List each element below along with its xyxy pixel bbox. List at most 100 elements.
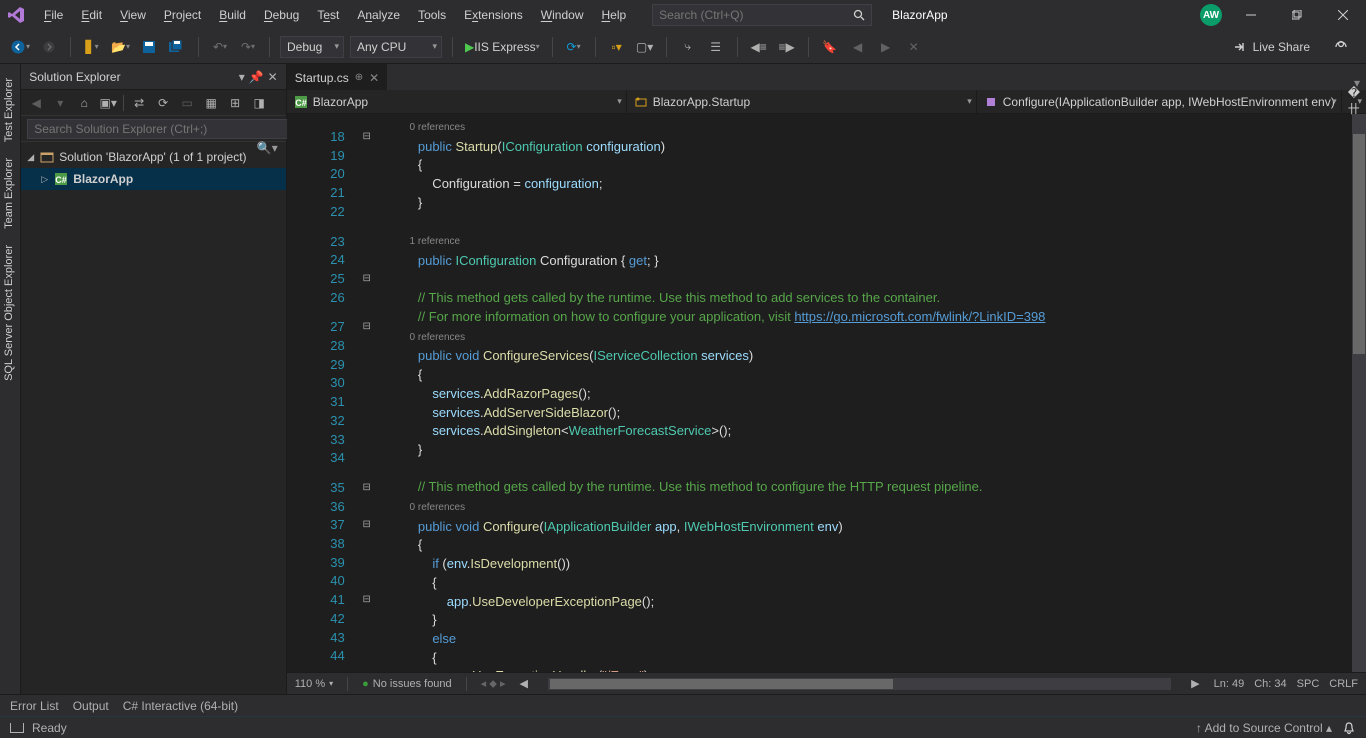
fold-toggle[interactable] xyxy=(357,147,377,166)
fold-toggle[interactable]: ⊟ xyxy=(357,270,377,289)
redo-button[interactable]: ↷▾ xyxy=(237,36,259,58)
indent-icon[interactable]: ≡▶ xyxy=(776,36,798,58)
collapse-icon[interactable]: ▭ xyxy=(178,96,196,110)
save-all-button[interactable] xyxy=(166,36,188,58)
menu-extensions[interactable]: Extensions xyxy=(456,3,531,27)
quick-search[interactable] xyxy=(652,4,872,26)
user-avatar[interactable]: AW xyxy=(1200,4,1222,26)
expander-icon[interactable]: ▷ xyxy=(41,174,53,185)
menu-tools[interactable]: Tools xyxy=(410,3,454,27)
tb-icon[interactable]: ◀ xyxy=(847,36,869,58)
hscroll-right[interactable]: ▶ xyxy=(1191,677,1199,690)
fold-toggle[interactable] xyxy=(357,553,377,572)
pin-icon[interactable]: ⊕ xyxy=(355,72,363,83)
nav-fwd-button[interactable] xyxy=(38,36,60,58)
fold-toggle[interactable] xyxy=(357,535,377,554)
switch-icon[interactable]: ▣▾ xyxy=(99,96,117,110)
menu-analyze[interactable]: Analyze xyxy=(349,3,408,27)
fold-toggle[interactable] xyxy=(357,610,377,629)
source-control-button[interactable]: ↑ Add to Source Control ▴ xyxy=(1196,721,1332,735)
col-indicator[interactable]: Ch: 34 xyxy=(1254,678,1286,690)
config-select[interactable]: Debug xyxy=(280,36,344,58)
rail-sql-explorer[interactable]: SQL Server Object Explorer xyxy=(0,237,20,389)
nav-class-select[interactable]: BlazorApp.Startup xyxy=(627,90,977,113)
tab-startup[interactable]: Startup.cs ⊕ ✕ xyxy=(287,64,387,90)
platform-select[interactable]: Any CPU xyxy=(350,36,442,58)
fold-toggle[interactable] xyxy=(357,572,377,591)
fold-toggle[interactable] xyxy=(357,337,377,356)
properties-icon[interactable]: ⊞ xyxy=(226,96,244,110)
vscroll-thumb[interactable] xyxy=(1353,134,1365,354)
minimize-button[interactable] xyxy=(1234,3,1268,27)
fold-toggle[interactable] xyxy=(357,647,377,666)
fold-toggle[interactable] xyxy=(357,232,377,251)
open-button[interactable]: 📂▾ xyxy=(109,36,132,58)
vscrollbar[interactable] xyxy=(1352,114,1366,672)
panel-menu-icon[interactable]: ▾ xyxy=(239,70,245,84)
maximize-button[interactable] xyxy=(1280,3,1314,27)
run-button[interactable]: ▶ IIS Express ▾ xyxy=(463,36,542,58)
fold-toggle[interactable] xyxy=(357,497,377,516)
fwd-icon[interactable]: ▾ xyxy=(51,96,69,110)
preview-icon[interactable]: ◨ xyxy=(250,96,268,110)
menu-project[interactable]: Project xyxy=(156,3,209,27)
crlf-indicator[interactable]: CRLF xyxy=(1329,678,1358,690)
split-icon[interactable]: �卄 xyxy=(1342,90,1366,113)
menu-build[interactable]: Build xyxy=(211,3,254,27)
code-text[interactable]: 0 references public Startup(IConfigurati… xyxy=(382,114,1366,672)
hscroll-thumb[interactable] xyxy=(550,679,893,689)
fold-toggle[interactable] xyxy=(357,374,377,393)
expander-icon[interactable]: ◢ xyxy=(27,152,39,163)
fold-toggle[interactable] xyxy=(357,203,377,222)
tab-close-icon[interactable]: ✕ xyxy=(369,71,379,85)
tb-icon[interactable]: ▶ xyxy=(875,36,897,58)
zoom-select[interactable]: 110 % ▾ xyxy=(295,678,333,690)
bookmark-icon[interactable]: 🔖 xyxy=(819,36,841,58)
fold-toggle[interactable] xyxy=(357,393,377,412)
tb-icon[interactable]: ⤷ xyxy=(677,36,699,58)
fold-toggle[interactable] xyxy=(357,628,377,647)
undo-button[interactable]: ↶▾ xyxy=(209,36,231,58)
hscroll-left[interactable]: ◀ xyxy=(520,677,528,690)
solution-node[interactable]: ◢ Solution 'BlazorApp' (1 of 1 project) xyxy=(21,146,286,168)
save-button[interactable] xyxy=(138,36,160,58)
new-button[interactable]: ▋▾ xyxy=(81,36,103,58)
nav-member-select[interactable]: Configure(IApplicationBuilder app, IWebH… xyxy=(977,90,1342,113)
fold-toggle[interactable] xyxy=(357,449,377,468)
issues-status[interactable]: No issues found xyxy=(362,678,452,690)
fold-toggle[interactable]: ⊟ xyxy=(357,128,377,147)
solution-search-input[interactable] xyxy=(27,119,292,139)
search-icon[interactable]: 🔍▾ xyxy=(257,141,278,155)
live-share-button[interactable]: Live Share xyxy=(1225,40,1318,54)
sync-icon[interactable]: ⇄ xyxy=(130,96,148,110)
fold-toggle[interactable] xyxy=(357,412,377,431)
menu-test[interactable]: Test xyxy=(309,3,347,27)
menu-window[interactable]: Window xyxy=(533,3,592,27)
hscrollbar[interactable] xyxy=(548,678,1171,690)
fold-toggle[interactable] xyxy=(357,184,377,203)
quick-search-input[interactable] xyxy=(659,8,839,22)
menu-file[interactable]: File xyxy=(36,3,71,27)
rail-test-explorer[interactable]: Test Explorer xyxy=(0,70,20,150)
code-area[interactable]: 1819202122232425262728293031323334353637… xyxy=(287,114,1366,672)
fold-toggle[interactable] xyxy=(357,251,377,270)
fold-toggle[interactable] xyxy=(357,430,377,449)
browser-link-icon[interactable]: ▫▾ xyxy=(606,36,628,58)
fold-toggle[interactable] xyxy=(357,356,377,375)
fold-toggle[interactable]: ⊟ xyxy=(357,591,377,610)
feedback-icon[interactable] xyxy=(1330,36,1352,58)
tab-error-list[interactable]: Error List xyxy=(10,699,59,713)
tb-icon[interactable]: ▢▾ xyxy=(634,36,656,58)
nav-back-button[interactable]: ▾ xyxy=(8,36,32,58)
back-icon[interactable]: ◀ xyxy=(27,96,45,110)
menu-debug[interactable]: Debug xyxy=(256,3,307,27)
refresh-icon[interactable]: ⟳ xyxy=(154,96,172,110)
fold-toggle[interactable] xyxy=(357,289,377,308)
close-button[interactable] xyxy=(1326,3,1360,27)
refresh-icon[interactable]: ⟳▾ xyxy=(563,36,585,58)
outdent-icon[interactable]: ◀≡ xyxy=(748,36,770,58)
pin-icon[interactable]: 📌 xyxy=(249,70,264,84)
menu-edit[interactable]: Edit xyxy=(73,3,110,27)
menu-help[interactable]: Help xyxy=(593,3,634,27)
fold-toggle[interactable]: ⊟ xyxy=(357,318,377,337)
